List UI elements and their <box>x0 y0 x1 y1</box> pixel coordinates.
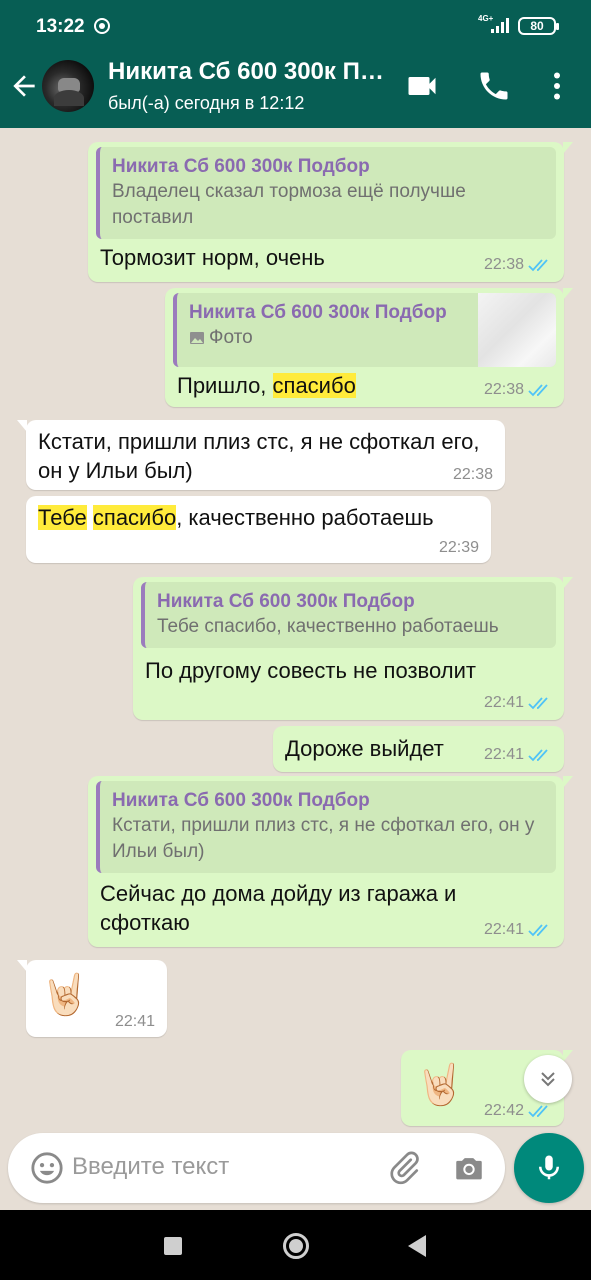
chat-header: Никита Сб 600 300к Подбор был(-а) сегодн… <box>0 44 591 128</box>
read-ticks-icon <box>528 749 548 762</box>
scroll-down-button[interactable] <box>524 1055 572 1103</box>
avatar[interactable] <box>42 60 94 112</box>
phone-icon[interactable] <box>476 68 512 104</box>
read-ticks-icon <box>528 1105 548 1118</box>
quote-text: Фото <box>209 327 253 348</box>
status-time: 13:22 <box>36 16 85 37</box>
attach-icon[interactable] <box>386 1150 422 1186</box>
message-time: 22:41 <box>483 694 524 711</box>
message-bubble[interactable]: Тебе спасибо, качественно работаешь 22:3… <box>26 496 491 563</box>
home-icon[interactable] <box>283 1233 309 1259</box>
message-bubble[interactable]: Никита Сб 600 300к Подбор Фото Пришло, с… <box>165 288 573 407</box>
message-time: 22:38 <box>452 466 493 483</box>
quote-text: Тебе спасибо, качественно работаешь <box>157 616 499 637</box>
quote-author: Никита Сб 600 300к Подбор <box>112 790 370 811</box>
message-bubble[interactable]: Дороже выйдет 22:41 <box>273 726 564 772</box>
message-meta: 22:38 <box>484 256 552 274</box>
message-meta: 22:38 <box>484 381 552 399</box>
message-text: По другому совесть не позволит <box>145 658 476 683</box>
message-bubble[interactable]: Никита Сб 600 300к Подбор Тебе спасибо, … <box>133 577 573 720</box>
camera-icon[interactable] <box>452 1151 486 1185</box>
read-ticks-icon <box>528 259 548 272</box>
quote-text: Владелец сказал тормоза ещё получше пост… <box>112 181 466 228</box>
message-input[interactable]: Введите текст <box>72 1153 229 1181</box>
quoted-message[interactable]: Никита Сб 600 300к Подбор Владелец сказа… <box>96 147 556 239</box>
quote-author: Никита Сб 600 300к Подбор <box>189 302 447 323</box>
system-nav-bar <box>0 1210 591 1280</box>
signal-icon <box>491 18 509 33</box>
photo-thumbnail[interactable] <box>478 293 556 367</box>
nav-back-icon[interactable] <box>408 1235 426 1257</box>
message-time: 22:41 <box>483 921 524 938</box>
back-arrow-icon[interactable] <box>8 70 40 102</box>
message-bubble[interactable]: Никита Сб 600 300к Подбор Кстати, пришли… <box>88 776 573 947</box>
last-seen[interactable]: был(-а) сегодня в 12:12 <box>108 93 304 114</box>
message-text: Тебе спасибо, качественно работаешь <box>38 505 434 530</box>
message-time: 22:41 <box>114 1013 155 1030</box>
quoted-message[interactable]: Никита Сб 600 300к Подбор Фото <box>173 293 556 367</box>
quote-author: Никита Сб 600 300к Подбор <box>157 591 415 612</box>
photo-icon <box>190 332 204 344</box>
video-call-icon[interactable] <box>404 68 440 104</box>
quote-author: Никита Сб 600 300к Подбор <box>112 156 370 177</box>
message-meta: 22:41 <box>115 1013 155 1031</box>
message-meta: 22:39 <box>439 539 479 557</box>
read-ticks-icon <box>528 384 548 397</box>
recents-icon[interactable] <box>164 1237 182 1255</box>
read-ticks-icon <box>528 924 548 937</box>
mic-icon <box>539 1155 559 1180</box>
message-text: Кстати, пришли плиз стс, я не сфоткал ег… <box>38 429 480 483</box>
quoted-message[interactable]: Никита Сб 600 300к Подбор Кстати, пришли… <box>96 781 556 873</box>
battery-icon: 80 <box>518 17 559 35</box>
message-composer[interactable]: Введите текст <box>8 1133 505 1203</box>
notification-icon <box>94 18 110 34</box>
message-time: 22:39 <box>438 539 479 556</box>
message-meta: 22:42 <box>484 1102 552 1120</box>
chat-title[interactable]: Никита Сб 600 300к Подбор <box>108 58 393 86</box>
message-time: 22:38 <box>483 381 524 398</box>
message-meta: 22:38 <box>453 466 493 484</box>
message-meta: 22:41 <box>484 694 552 712</box>
message-bubble[interactable]: 🤘🏻 22:41 <box>17 960 167 1037</box>
mic-button[interactable] <box>514 1133 584 1203</box>
read-ticks-icon <box>528 697 548 710</box>
message-meta: 22:41 <box>484 921 552 939</box>
message-time: 22:42 <box>483 1102 524 1119</box>
message-bubble[interactable]: Никита Сб 600 300к Подбор Владелец сказа… <box>88 142 573 282</box>
emoji-icon[interactable] <box>30 1151 64 1185</box>
more-icon[interactable] <box>539 68 575 104</box>
message-bubble[interactable]: Кстати, пришли плиз стс, я не сфоткал ег… <box>17 420 505 490</box>
chevron-down-icon <box>541 1072 555 1087</box>
message-time: 22:38 <box>483 256 524 273</box>
quote-text: Кстати, пришли плиз стс, я не сфоткал ег… <box>112 815 535 862</box>
message-time: 22:41 <box>483 746 524 763</box>
highlighted-word: спасибо <box>272 373 356 398</box>
quoted-message[interactable]: Никита Сб 600 300к Подбор Тебе спасибо, … <box>141 582 556 648</box>
message-meta: 22:41 <box>484 746 552 764</box>
